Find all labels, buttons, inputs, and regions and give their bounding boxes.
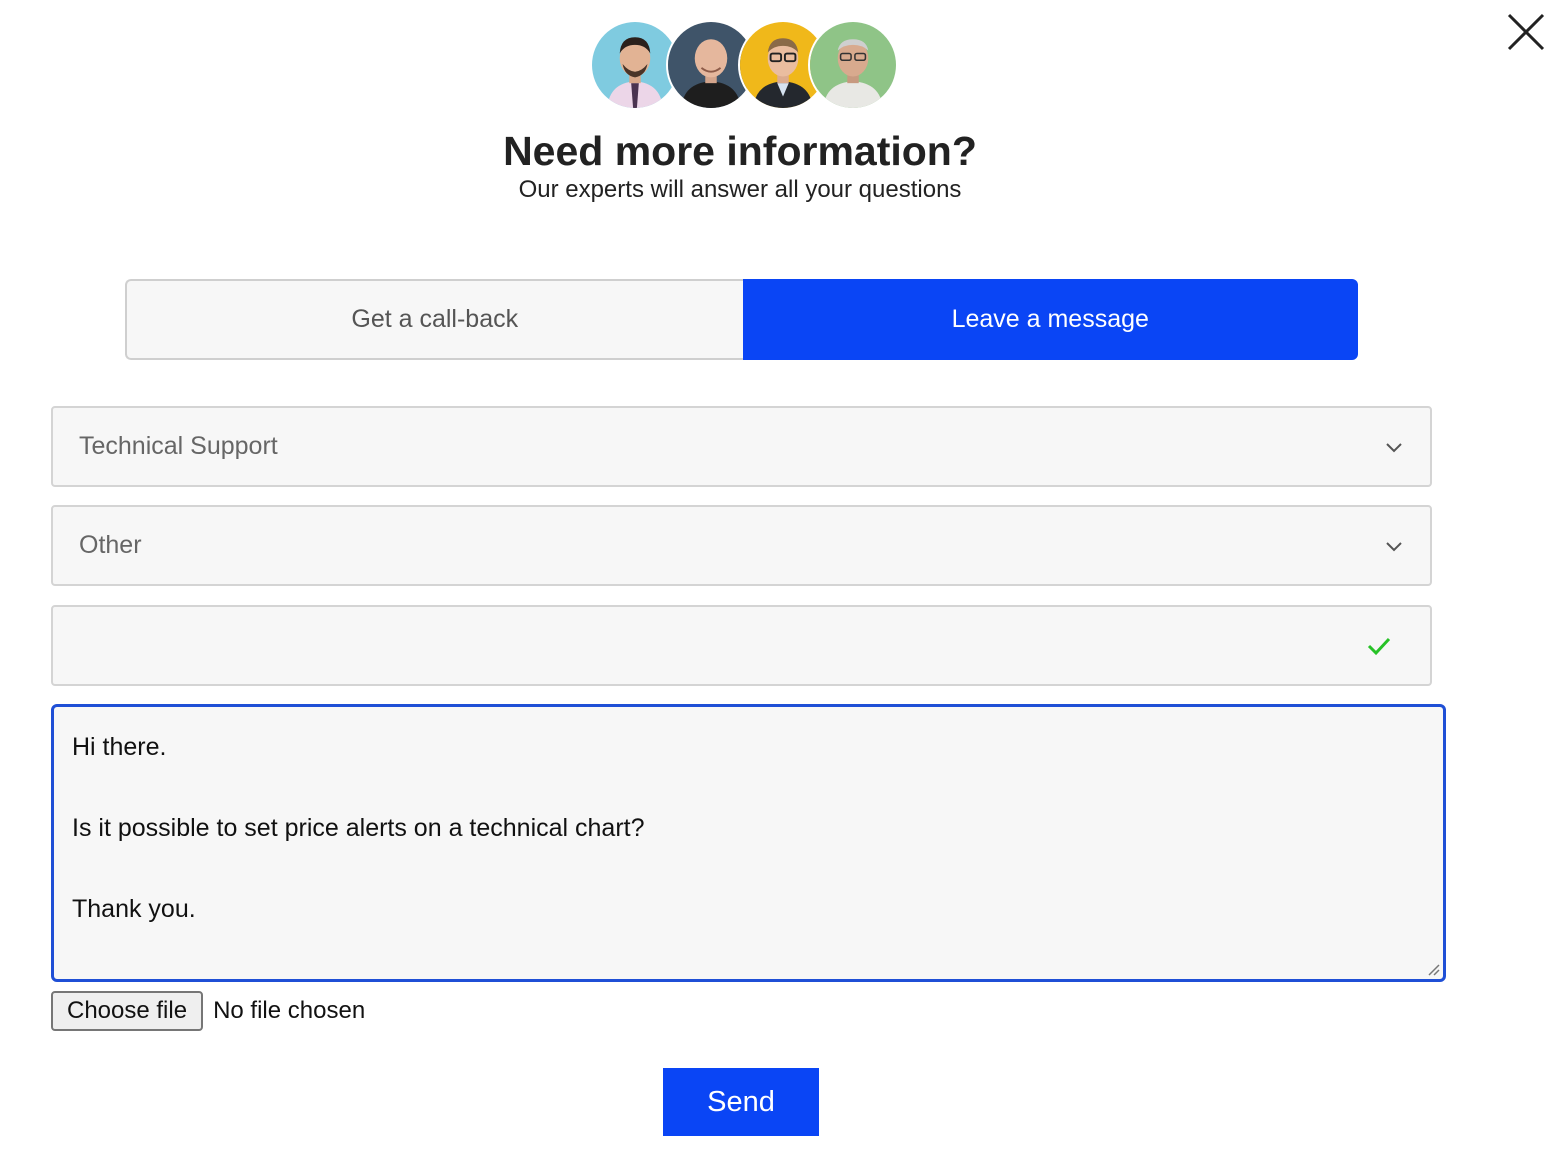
tab-get-call-back[interactable]: Get a call-back: [125, 279, 743, 360]
department-select[interactable]: Technical Support: [51, 406, 1432, 487]
modal-title: Need more information?: [503, 128, 977, 174]
modal-subtitle: Our experts will answer all your questio…: [518, 176, 962, 203]
experts-avatars: [590, 20, 898, 112]
topic-select-value: Other: [79, 531, 142, 559]
tab-leave-message[interactable]: Leave a message: [742, 279, 1358, 360]
chevron-down-icon: [1386, 442, 1402, 452]
file-upload: Choose file No file chosen: [51, 991, 365, 1031]
chevron-down-icon: [1386, 541, 1402, 551]
choose-file-button[interactable]: Choose file: [51, 991, 204, 1031]
contact-modal: Need more information? Our experts will …: [0, 0, 1556, 1166]
resize-grip-icon[interactable]: [1426, 962, 1440, 976]
subject-input[interactable]: [51, 605, 1432, 686]
file-status-text: No file chosen: [213, 997, 366, 1024]
close-icon[interactable]: [1500, 6, 1552, 58]
send-button[interactable]: Send: [663, 1068, 819, 1136]
valid-check-icon: [1367, 637, 1391, 655]
department-select-value: Technical Support: [79, 432, 278, 460]
contact-mode-tabs: Get a call-back Leave a message: [125, 279, 1358, 360]
expert-avatar-4: [808, 20, 898, 110]
message-textarea[interactable]: Hi there. Is it possible to set price al…: [51, 704, 1446, 982]
topic-select[interactable]: Other: [51, 505, 1432, 586]
